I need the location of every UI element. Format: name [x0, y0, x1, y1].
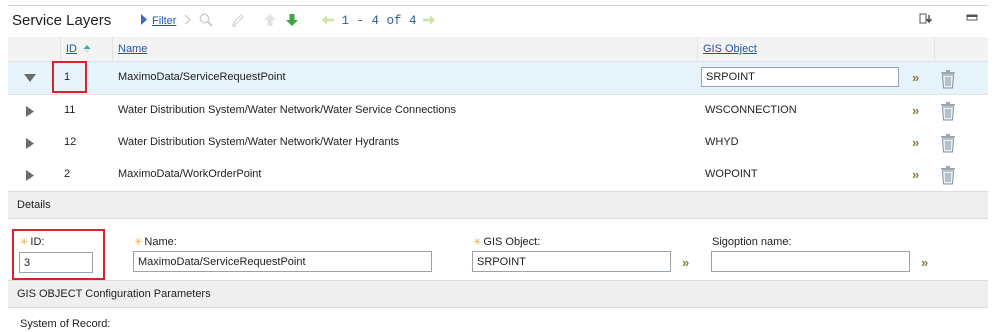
filter-toggle-icon[interactable] — [140, 14, 148, 28]
search-icon[interactable] — [199, 13, 214, 30]
move-up-icon[interactable] — [263, 13, 277, 30]
system-of-record-label: System of Record: — [20, 318, 111, 330]
required-icon: ✳ — [134, 237, 143, 248]
move-down-icon[interactable] — [285, 13, 299, 30]
gis-object-lookup-icon[interactable]: » — [682, 255, 689, 270]
expand-row-icon[interactable] — [25, 105, 35, 121]
table-row[interactable]: 11 Water Distribution System/Water Netwo… — [8, 95, 988, 128]
highlight-box-id-field — [12, 229, 105, 280]
table-header: ID Name GIS Object — [8, 37, 988, 62]
column-header-name[interactable]: Name — [118, 43, 147, 55]
details-section-title: Details — [17, 199, 51, 211]
detail-menu-icon[interactable]: » — [912, 167, 919, 182]
config-section-header: GIS OBJECT Configuration Parameters — [8, 280, 988, 308]
sigoption-field-label: Sigoption name: — [712, 236, 792, 248]
minimize-icon[interactable] — [966, 13, 978, 25]
collapse-row-icon[interactable] — [23, 73, 37, 86]
row-name: MaximoData/ServiceRequestPoint — [118, 71, 286, 83]
filter-link[interactable]: Filter — [152, 15, 176, 27]
table-row[interactable]: 2 MaximoData/WorkOrderPoint WOPOINT » — [8, 159, 988, 192]
page-title: Service Layers — [12, 12, 112, 29]
detail-menu-icon[interactable]: » — [912, 103, 919, 118]
pager-text: 1 - 4 of 4 — [341, 14, 417, 28]
sigoption-field[interactable] — [711, 251, 910, 272]
edit-icon[interactable] — [231, 13, 245, 30]
top-divider — [8, 5, 988, 6]
highlight-box-row-id — [52, 61, 87, 93]
required-icon: ✳ — [473, 237, 482, 248]
sigoption-lookup-icon[interactable]: » — [921, 255, 928, 270]
row-id: 12 — [64, 136, 77, 148]
row-gis-object: WSCONNECTION — [705, 104, 797, 116]
row-gis-object: WHYD — [705, 136, 739, 148]
details-section-header: Details — [8, 191, 988, 219]
download-icon[interactable] — [919, 13, 933, 28]
table-row[interactable]: 12 Water Distribution System/Water Netwo… — [8, 127, 988, 160]
clear-filter-icon[interactable] — [184, 14, 192, 28]
expand-row-icon[interactable] — [25, 169, 35, 185]
row-gis-object: WOPOINT — [705, 168, 758, 180]
column-header-id[interactable]: ID — [66, 43, 77, 55]
config-section-title: GIS OBJECT Configuration Parameters — [17, 288, 211, 300]
gis-object-input[interactable]: SRPOINT — [701, 67, 899, 87]
expand-row-icon[interactable] — [25, 137, 35, 153]
delete-row-icon[interactable] — [939, 133, 957, 156]
row-name: Water Distribution System/Water Network/… — [118, 104, 457, 116]
gis-object-field-label: ✳ GIS Object: — [473, 236, 541, 248]
table-row[interactable]: 1 MaximoData/ServiceRequestPoint SRPOINT… — [8, 62, 988, 95]
next-page-icon[interactable] — [422, 14, 436, 29]
row-name: Water Distribution System/Water Network/… — [118, 136, 400, 148]
row-name: MaximoData/WorkOrderPoint — [118, 168, 262, 180]
name-field-label: ✳ Name: — [134, 236, 177, 248]
row-id: 11 — [64, 104, 76, 116]
detail-menu-icon[interactable]: » — [912, 70, 919, 85]
previous-page-icon[interactable] — [321, 14, 335, 29]
table-toolbar: Filter 1 - 4 of 4 — [140, 12, 444, 30]
gis-object-field[interactable]: SRPOINT — [472, 251, 671, 272]
sort-ascending-icon[interactable] — [83, 44, 91, 57]
name-field[interactable]: MaximoData/ServiceRequestPoint — [133, 251, 432, 272]
delete-row-icon[interactable] — [939, 101, 957, 124]
detail-menu-icon[interactable]: » — [912, 135, 919, 150]
delete-row-icon[interactable] — [939, 69, 957, 92]
delete-row-icon[interactable] — [939, 165, 957, 188]
row-id: 2 — [64, 168, 71, 180]
column-header-gis-object[interactable]: GIS Object — [703, 43, 757, 55]
